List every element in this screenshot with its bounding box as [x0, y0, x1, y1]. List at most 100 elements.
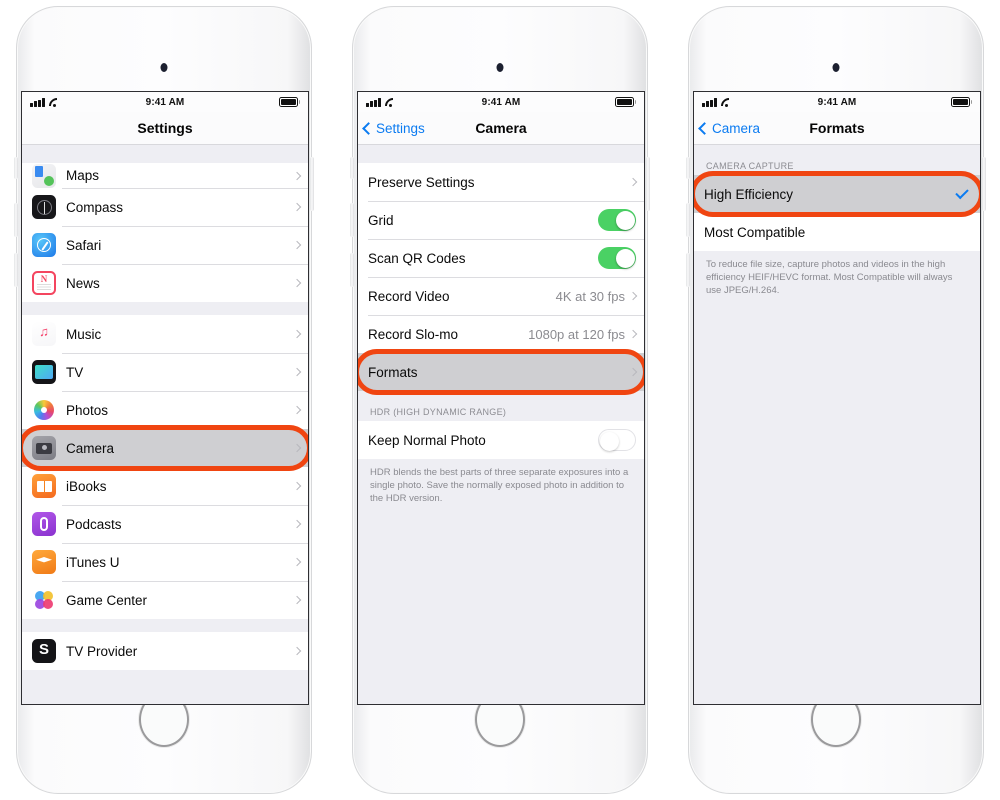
vol-up-button[interactable]: [686, 203, 690, 237]
list-item-high-efficiency[interactable]: High Efficiency: [694, 175, 980, 213]
chevron-right-icon: [292, 202, 302, 212]
list-item-news[interactable]: News: [22, 264, 308, 302]
section-gap: [22, 302, 308, 315]
mute-button[interactable]: [350, 157, 354, 179]
list-item-label: Most Compatible: [704, 224, 806, 240]
back-button[interactable]: Settings: [358, 121, 425, 136]
power-button[interactable]: [310, 157, 314, 211]
list-item-label: Formats: [368, 364, 418, 380]
list-item-tv[interactable]: TV: [22, 353, 308, 391]
list-item-maps[interactable]: Maps: [22, 163, 308, 188]
chevron-right-icon: [292, 519, 302, 529]
chevron-left-icon: [698, 121, 711, 135]
list-group: Music TV Photos Camera iBooks Podcasts iTunes …: [22, 315, 308, 619]
toggle-switch[interactable]: [598, 429, 636, 451]
compass-icon: [32, 195, 56, 219]
list-item-label: Keep Normal Photo: [368, 432, 486, 448]
phone-camera: 9:41 AM Settings Camera Preserve Settings Gr…: [350, 6, 650, 794]
list-item-formats[interactable]: Formats: [358, 353, 644, 391]
section-header: HDR (HIGH DYNAMIC RANGE): [370, 407, 507, 417]
chevron-right-icon: [292, 240, 302, 250]
list-item-label: Grid: [368, 212, 394, 228]
phone-formats: 9:41 AM Camera Formats CAMERA CAPTURE High E…: [686, 6, 986, 794]
status-bar: 9:41 AM: [22, 92, 308, 112]
chevron-right-icon: [628, 329, 638, 339]
chevron-right-icon: [292, 171, 302, 180]
list-group: TV Provider: [22, 632, 308, 670]
vol-up-button[interactable]: [350, 203, 354, 237]
list-item-itunes-u[interactable]: iTunes U: [22, 543, 308, 581]
list-item-grid[interactable]: Grid: [358, 201, 644, 239]
section-footnote: HDR blends the best parts of three separ…: [358, 459, 644, 505]
list-item-value: 4K at 30 fps: [555, 288, 625, 304]
vol-down-button[interactable]: [686, 253, 690, 287]
mute-button[interactable]: [14, 157, 18, 179]
list-item-label: Compass: [66, 199, 124, 215]
podcasts-icon: [32, 512, 56, 536]
list-item-camera[interactable]: Camera: [22, 429, 308, 467]
list-item-keep-normal-photo[interactable]: Keep Normal Photo: [358, 421, 644, 459]
section-header: CAMERA CAPTURE: [706, 161, 794, 171]
chevron-right-icon: [292, 367, 302, 377]
list-item-most-compatible[interactable]: Most Compatible: [694, 213, 980, 251]
status-bar-time: 9:41 AM: [817, 96, 857, 108]
toggle-switch[interactable]: [598, 247, 636, 269]
list-item-label: Podcasts: [66, 516, 122, 532]
chevron-right-icon: [292, 595, 302, 605]
screen-content: CAMERA CAPTURE High Efficiency Most Compat…: [694, 145, 980, 704]
ibooks-icon: [32, 474, 56, 498]
mute-button[interactable]: [686, 157, 690, 179]
list-item-record-slo-mo[interactable]: Record Slo-mo 1080p at 120 fps: [358, 315, 644, 353]
list-item-ibooks[interactable]: iBooks: [22, 467, 308, 505]
list-item-record-video[interactable]: Record Video 4K at 30 fps: [358, 277, 644, 315]
safari-icon: [32, 233, 56, 257]
list-item-label: Record Video: [368, 288, 450, 304]
power-button[interactable]: [982, 157, 986, 211]
list-item-label: iBooks: [66, 478, 107, 494]
list-item-label: TV: [66, 364, 84, 380]
section-gap: [358, 145, 644, 163]
navigation-bar: Settings Camera: [358, 112, 644, 145]
screen: 9:41 AM Settings Maps Compass Safari News Musi…: [21, 91, 309, 705]
photos-icon: [32, 398, 56, 422]
tv-icon: [32, 360, 56, 384]
list-item-safari[interactable]: Safari: [22, 226, 308, 264]
vol-down-button[interactable]: [350, 253, 354, 287]
screen-content: Preserve Settings Grid Scan QR Codes Record…: [358, 145, 644, 704]
list-item-value: 1080p at 120 fps: [528, 326, 625, 342]
section-gap: [22, 619, 308, 632]
chevron-right-icon: [292, 646, 302, 656]
list-item-label: Music: [66, 326, 102, 342]
list-item-music[interactable]: Music: [22, 315, 308, 353]
list-item-label: TV Provider: [66, 643, 138, 659]
list-item-podcasts[interactable]: Podcasts: [22, 505, 308, 543]
chevron-right-icon: [628, 177, 638, 187]
list-item-label: iTunes U: [66, 554, 120, 570]
list-item-photos[interactable]: Photos: [22, 391, 308, 429]
navigation-bar: Camera Formats: [694, 112, 980, 145]
back-button[interactable]: Camera: [694, 121, 760, 136]
list-item-preserve-settings[interactable]: Preserve Settings: [358, 163, 644, 201]
list-item-tv-provider[interactable]: TV Provider: [22, 632, 308, 670]
list-group: Preserve Settings Grid Scan QR Codes Record…: [358, 163, 644, 395]
list-item-compass[interactable]: Compass: [22, 188, 308, 226]
vol-down-button[interactable]: [14, 253, 18, 287]
back-button-label: Camera: [712, 120, 761, 136]
power-button[interactable]: [646, 157, 650, 211]
section-header-wrap: HDR (HIGH DYNAMIC RANGE): [358, 391, 644, 421]
chevron-right-icon: [628, 367, 638, 377]
front-camera-icon: [160, 63, 168, 72]
chevron-right-icon: [292, 278, 302, 288]
list-item-game-center[interactable]: Game Center: [22, 581, 308, 619]
section-footnote: To reduce file size, capture photos and …: [694, 251, 980, 297]
toggle-switch[interactable]: [598, 209, 636, 231]
page-title: Settings: [137, 120, 193, 136]
front-camera-icon: [832, 63, 840, 72]
tv-provider-icon: [32, 639, 56, 663]
list-item-scan-qr-codes[interactable]: Scan QR Codes: [358, 239, 644, 277]
navigation-bar: Settings: [22, 112, 308, 145]
chevron-right-icon: [292, 329, 302, 339]
vol-up-button[interactable]: [14, 203, 18, 237]
list-group: Keep Normal Photo: [358, 421, 644, 459]
chevron-right-icon: [628, 291, 638, 301]
